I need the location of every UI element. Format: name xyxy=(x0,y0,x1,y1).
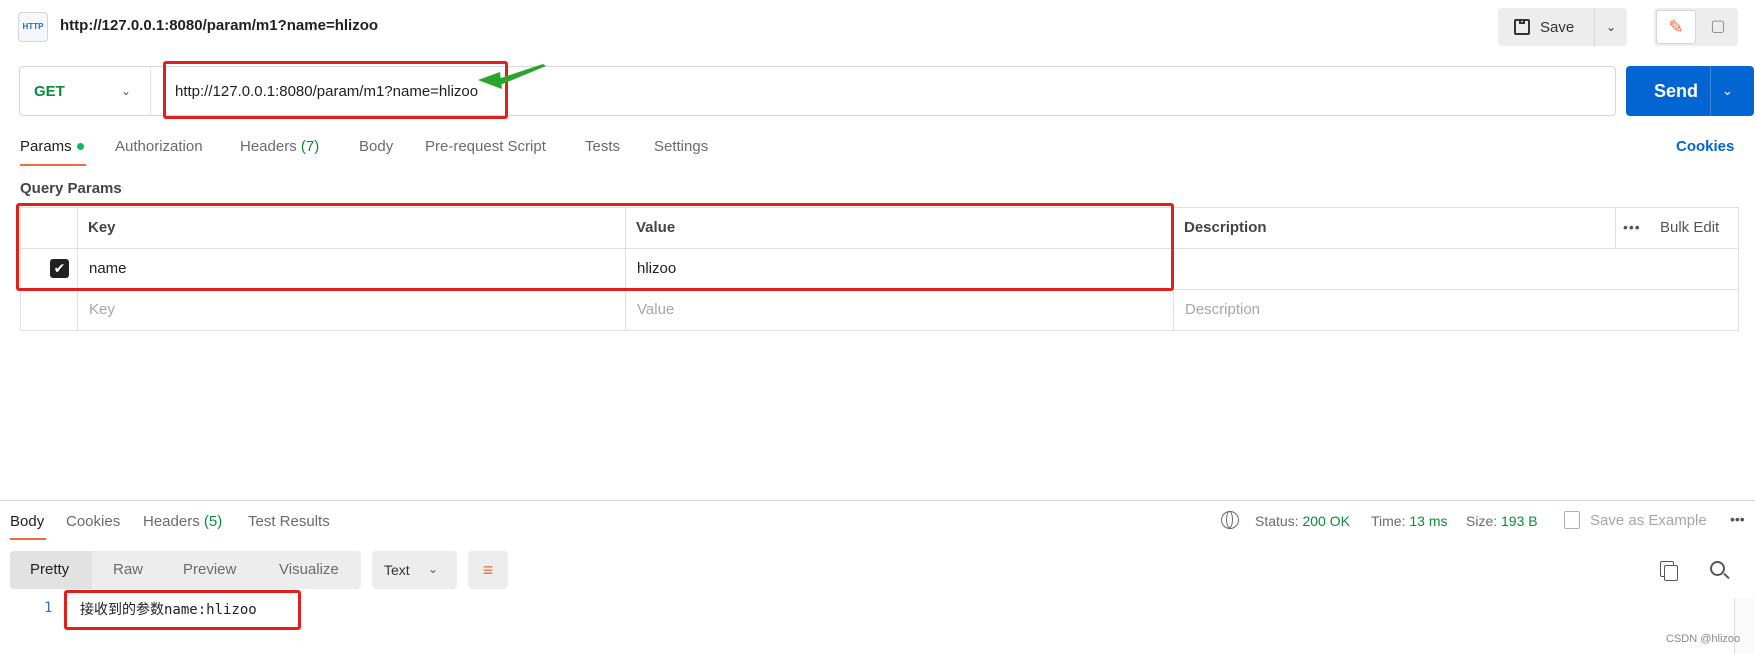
globe-icon[interactable] xyxy=(1221,511,1239,529)
view-raw-button[interactable]: Raw xyxy=(113,561,143,578)
tab-params-underline xyxy=(20,164,86,166)
save-options-caret[interactable]: ⌄ xyxy=(1594,8,1627,46)
time-readout[interactable]: Time: 13 ms xyxy=(1371,513,1448,529)
http-request-icon: HTTP xyxy=(18,12,48,42)
tab-tests[interactable]: Tests xyxy=(585,138,620,155)
status-readout[interactable]: Status: 200 OK xyxy=(1255,513,1350,529)
line-number: 1 xyxy=(44,600,53,616)
response-tab-test-results[interactable]: Test Results xyxy=(248,513,330,530)
query-params-title: Query Params xyxy=(20,180,122,197)
chevron-down-icon: ⌄ xyxy=(1605,20,1617,34)
tab-headers-label: Headers xyxy=(240,138,297,155)
tab-headers-count: (7) xyxy=(300,138,320,155)
response-divider[interactable] xyxy=(0,500,1755,501)
new-param-description-input[interactable]: Description xyxy=(1185,301,1260,318)
column-header-description: Description xyxy=(1184,219,1267,236)
annotation-arrow xyxy=(478,64,546,89)
format-select-label[interactable]: Text xyxy=(384,562,410,578)
response-more-icon[interactable]: ••• xyxy=(1730,511,1745,527)
response-tab-headers[interactable]: Headers (5) xyxy=(143,513,222,530)
save-as-example-button[interactable]: Save as Example xyxy=(1590,512,1707,529)
status-value: 200 OK xyxy=(1302,513,1350,529)
copy-icon[interactable] xyxy=(1660,561,1678,581)
save-example-icon xyxy=(1564,511,1580,529)
params-active-dot xyxy=(77,143,84,150)
edit-pencil-icon[interactable]: ✎ xyxy=(1656,10,1696,44)
method-select[interactable]: GET xyxy=(34,83,65,100)
annotation-box-params xyxy=(16,203,1174,291)
search-icon[interactable] xyxy=(1710,561,1725,576)
table-col-divider xyxy=(1615,207,1616,248)
bulk-edit-button[interactable]: Bulk Edit xyxy=(1660,219,1719,236)
response-tab-headers-label: Headers xyxy=(143,513,200,530)
status-label: Status: xyxy=(1255,513,1299,529)
size-label: Size: xyxy=(1466,513,1498,529)
tab-body[interactable]: Body xyxy=(359,138,393,155)
new-param-value-input[interactable]: Value xyxy=(637,301,674,318)
time-value: 13 ms xyxy=(1409,513,1448,529)
save-button-label: Save xyxy=(1540,18,1575,36)
size-readout[interactable]: Size: 193 B xyxy=(1466,513,1538,529)
send-options-chevron-down-icon[interactable]: ⌄ xyxy=(1722,83,1733,99)
size-value: 193 B xyxy=(1501,513,1538,529)
send-divider xyxy=(1710,66,1711,116)
more-options-icon[interactable]: ••• xyxy=(1623,219,1641,235)
response-tab-cookies[interactable]: Cookies xyxy=(66,513,120,530)
tab-settings[interactable]: Settings xyxy=(654,138,708,155)
tab-authorization[interactable]: Authorization xyxy=(115,138,203,155)
tab-prerequest-script[interactable]: Pre-request Script xyxy=(425,138,546,155)
view-preview-button[interactable]: Preview xyxy=(183,561,236,578)
response-tab-body[interactable]: Body xyxy=(10,513,44,530)
watermark: CSDN @hlizoo xyxy=(1666,633,1741,645)
tab-headers[interactable]: Headers (7) xyxy=(240,138,319,155)
cookies-link[interactable]: Cookies xyxy=(1676,138,1734,155)
annotation-box-response xyxy=(64,590,301,630)
editor-scrollbar[interactable] xyxy=(1734,598,1755,654)
view-visualize-button[interactable]: Visualize xyxy=(279,561,339,578)
method-chevron-down-icon[interactable]: ⌄ xyxy=(121,84,131,98)
tab-params[interactable]: Params xyxy=(20,138,72,155)
request-title[interactable]: http://127.0.0.1:8080/param/m1?name=hliz… xyxy=(60,17,378,34)
response-tab-headers-count: (5) xyxy=(203,513,223,530)
new-param-key-input[interactable]: Key xyxy=(89,301,115,318)
divider xyxy=(150,67,151,115)
comment-icon[interactable]: ▢ xyxy=(1700,10,1736,44)
save-icon xyxy=(1514,19,1530,35)
view-pretty-button[interactable]: Pretty xyxy=(30,561,69,578)
send-button-label[interactable]: Send xyxy=(1654,81,1698,102)
wrap-lines-icon[interactable]: ≡ xyxy=(468,551,508,589)
time-label: Time: xyxy=(1371,513,1406,529)
format-chevron-down-icon[interactable]: ⌄ xyxy=(428,562,438,576)
annotation-box-url xyxy=(163,61,508,119)
response-tab-underline xyxy=(10,538,46,540)
